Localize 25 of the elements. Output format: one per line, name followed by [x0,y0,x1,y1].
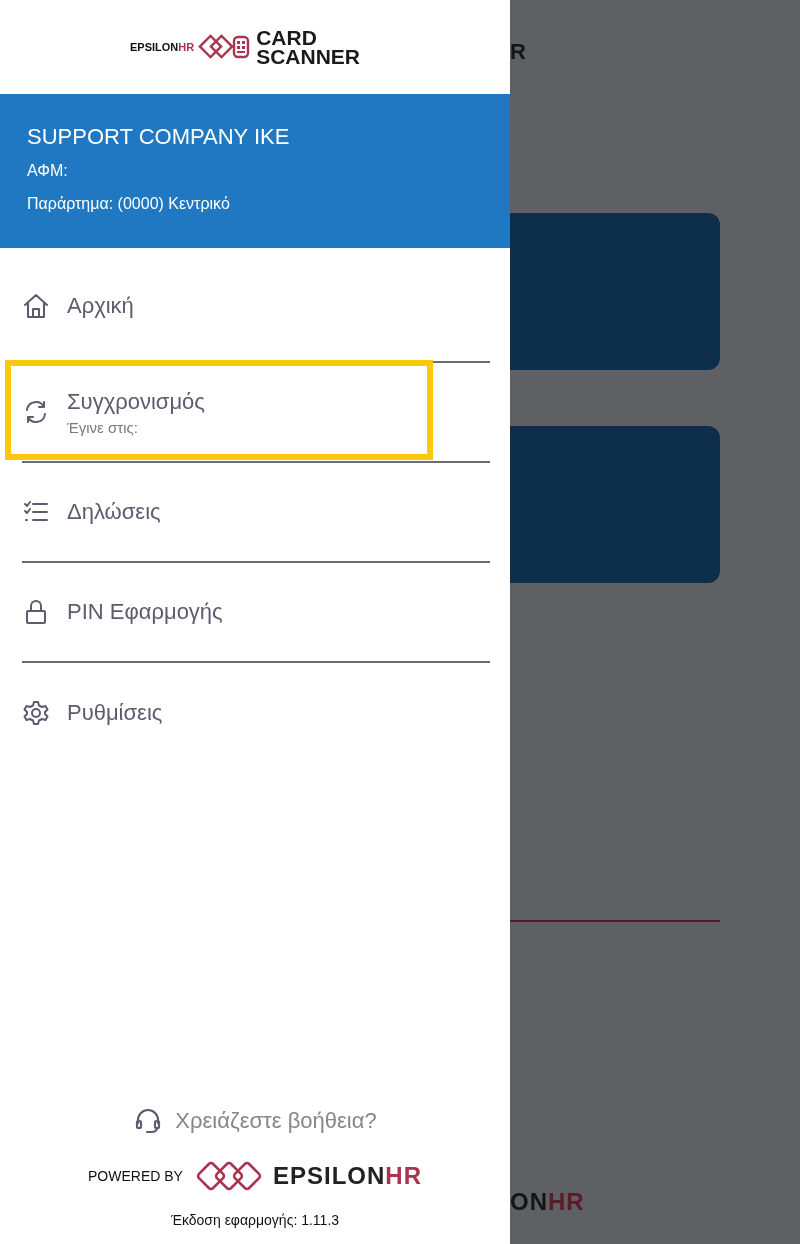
menu-subtitle: Έγινε στις: [67,418,139,436]
menu-label: Ρυθμίσεις [67,700,163,726]
menu-item[interactable]: PIN Εφαρμογής [22,563,490,661]
settings-icon [22,699,50,727]
home-icon [22,291,50,320]
menu-label: Αρχική [67,292,134,319]
tax-id-label: ΑΦΜ: [27,162,69,180]
menu-label: Δηλώσεις [67,499,161,525]
company-name: SUPPORT COMPANY IKE [27,124,291,150]
background-logo-text: ONHR [510,1188,585,1216]
product-name-line: SCANNER [256,47,360,66]
brand-logo-text: EPSILONHR [130,41,195,53]
brand-logo-text: EPSILONHR [272,1162,422,1190]
menu-item[interactable]: Αρχική [22,248,490,361]
branch-label: Παράρτημα: (0000) Κεντρικό [27,195,231,213]
help-link[interactable]: Χρειάζεστε βοήθεια? [175,1108,377,1134]
menu-item[interactable]: Συγχρονισμός Έγινε στις: [22,363,490,461]
menu-item[interactable]: Δηλώσεις [22,463,490,561]
menu-label: PIN Εφαρμογής [67,599,223,625]
powered-by-label: POWERED BY [88,1168,183,1184]
product-name-line: CARD [256,28,318,47]
menu-label: Συγχρονισμός [67,388,205,415]
background-logo-text: R [510,40,526,64]
version-label: Έκδοση εφαρμογής: 1.11.3 [170,1212,340,1228]
menu-item[interactable]: Ρυθμίσεις [22,663,490,763]
